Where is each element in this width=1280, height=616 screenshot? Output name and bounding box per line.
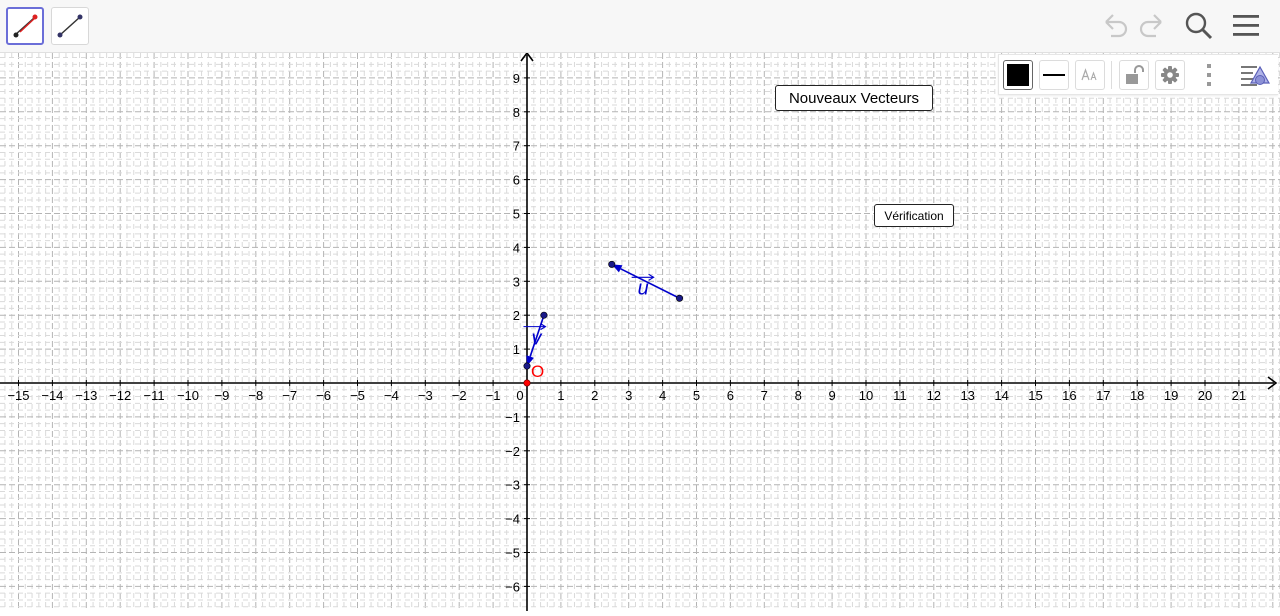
vector-tool-icon (13, 14, 38, 38)
style-bar (998, 54, 1278, 95)
y-tick-label: 6 (513, 173, 520, 188)
lock-button[interactable] (1119, 60, 1149, 90)
x-tick-label: −15 (7, 388, 29, 403)
x-tick-label: −14 (41, 388, 63, 403)
y-tick-label: −6 (505, 579, 520, 594)
main-menu-button[interactable] (1231, 10, 1261, 42)
x-tick-label: 13 (960, 388, 974, 403)
y-tick-label: 4 (513, 240, 520, 255)
x-tick-label: 20 (1198, 388, 1212, 403)
x-tick-label: 21 (1232, 388, 1246, 403)
y-tick-label: −1 (505, 410, 520, 425)
line-style-button[interactable] (1039, 60, 1069, 90)
x-tick-label: −1 (486, 388, 501, 403)
x-tick-label: −7 (282, 388, 297, 403)
color-button[interactable] (1003, 60, 1033, 90)
segment-tool-button[interactable] (51, 7, 89, 45)
y-tick-label: 7 (513, 139, 520, 154)
x-tick-label: 11 (893, 388, 907, 403)
x-tick-label: 6 (727, 388, 734, 403)
x-tick-label: −9 (214, 388, 229, 403)
y-tick-label: −3 (505, 478, 520, 493)
segment-tool-icon (57, 14, 83, 38)
more-options-button[interactable] (1203, 61, 1215, 96)
x-tick-label: 12 (927, 388, 941, 403)
x-tick-label: 8 (795, 388, 802, 403)
x-tick-label: −13 (75, 388, 97, 403)
x-tick-label: −10 (177, 388, 199, 403)
line-style-icon (1043, 74, 1065, 76)
x-tick-label: 2 (591, 388, 598, 403)
text-size-icon (1081, 68, 1097, 81)
y-tick-label: −5 (505, 546, 520, 561)
x-tick-label: −11 (144, 388, 165, 403)
x-tick-label: 15 (1028, 388, 1042, 403)
y-tick-label: 9 (513, 71, 520, 86)
origin-label: O (531, 362, 544, 381)
vector-v-label: v (531, 328, 542, 350)
x-tick-label: 19 (1164, 388, 1178, 403)
x-tick-label: 1 (557, 388, 564, 403)
x-tick-label: 18 (1130, 388, 1144, 403)
search-icon (1185, 12, 1213, 40)
origin-point[interactable] (523, 379, 531, 387)
y-tick-label: 8 (513, 105, 520, 120)
grid (0, 53, 1280, 611)
x-tick-label: −3 (418, 388, 433, 403)
menu-icon (1233, 15, 1259, 36)
top-toolbar (0, 0, 1280, 53)
y-tick-label: 5 (513, 207, 520, 222)
x-tick-label: 7 (761, 388, 768, 403)
x-tick-label: 0 (516, 388, 523, 403)
y-tick-label: −4 (505, 512, 520, 527)
x-tick-label: 14 (994, 388, 1008, 403)
y-tick-label: 3 (513, 274, 520, 289)
new-vectors-button[interactable]: Nouveaux Vecteurs (775, 85, 933, 111)
y-tick-label: 1 (513, 342, 520, 357)
point[interactable] (608, 260, 616, 268)
verification-button[interactable]: Vérification (874, 204, 954, 227)
toggle-stylebar-button[interactable] (1239, 61, 1273, 96)
undo-button[interactable] (1100, 10, 1130, 42)
x-tick-label: −8 (248, 388, 263, 403)
point[interactable] (676, 294, 684, 302)
x-tick-label: −6 (316, 388, 331, 403)
vector-tool-button[interactable] (6, 7, 44, 45)
search-button[interactable] (1183, 10, 1215, 42)
redo-button[interactable] (1137, 10, 1167, 42)
color-swatch-icon (1007, 64, 1029, 86)
x-tick-label: 9 (828, 388, 835, 403)
lock-icon (1126, 65, 1144, 84)
point[interactable] (540, 311, 548, 319)
x-tick-label: 4 (659, 388, 666, 403)
x-tick-label: 10 (859, 388, 873, 403)
point[interactable] (523, 362, 531, 370)
x-tick-label: 16 (1062, 388, 1076, 403)
toggle-stylebar-icon (1241, 65, 1271, 86)
x-tick-label: −5 (350, 388, 365, 403)
coordinate-plane[interactable]: −15 −14 −13 −12 −11 −10 −9 −8 −7 −6 −5 −4 −3 −2 −1 0 1 2 3… (0, 51, 1280, 611)
x-tick-label: 17 (1096, 388, 1110, 403)
x-tick-label: 3 (625, 388, 632, 403)
settings-gear-icon (1161, 66, 1179, 84)
y-tick-label: 2 (513, 308, 520, 323)
x-tick-label: −2 (452, 388, 467, 403)
x-tick-label: 5 (693, 388, 700, 403)
settings-button[interactable] (1155, 60, 1185, 90)
separator (1111, 61, 1112, 89)
axes (0, 51, 1278, 611)
vector-u-label: u (638, 277, 649, 299)
y-tick-label: −2 (505, 444, 520, 459)
text-size-button[interactable] (1075, 60, 1105, 90)
undo-icon (1105, 14, 1128, 38)
more-options-icon (1207, 64, 1211, 86)
graphics-view[interactable]: −15 −14 −13 −12 −11 −10 −9 −8 −7 −6 −5 −4 −3 −2 −1 0 1 2 3… (0, 51, 1280, 611)
x-tick-label: −4 (384, 388, 399, 403)
vector-u[interactable] (620, 268, 680, 299)
x-tick-label: −12 (109, 388, 131, 403)
redo-icon (1139, 14, 1162, 38)
